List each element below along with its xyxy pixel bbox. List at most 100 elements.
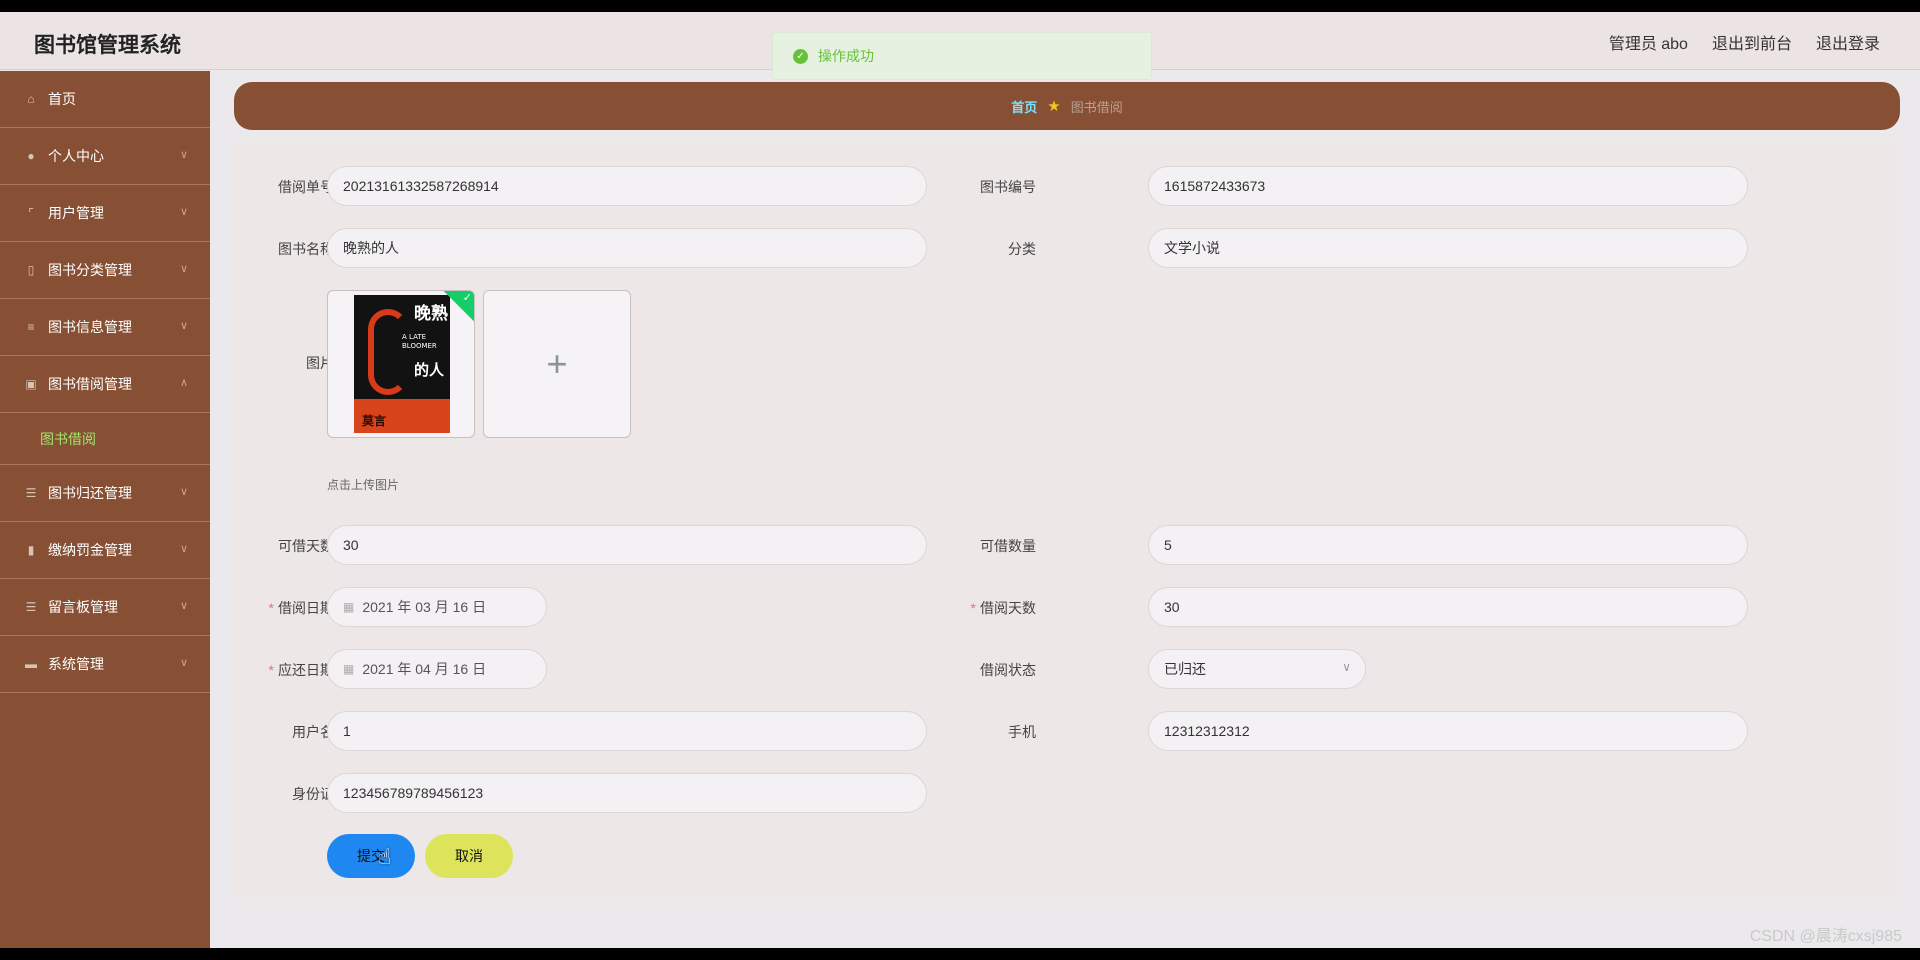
sidebar-subitem-book-borrow[interactable]: 图书借阅: [0, 413, 210, 465]
borrowable-days-field[interactable]: 30: [327, 525, 927, 565]
book-no-label: 图书编号: [980, 179, 1036, 195]
chevron-down-icon: ∨: [179, 486, 188, 498]
book-no-field[interactable]: 1615872433673: [1148, 166, 1748, 206]
borrowable-qty-field[interactable]: 5: [1148, 525, 1748, 565]
sidebar-item-book-info-management[interactable]: ≡ 图书信息管理 ∨: [0, 299, 210, 356]
book-name-field[interactable]: 晚熟的人: [327, 228, 927, 268]
logout-link[interactable]: 退出登录: [1816, 30, 1880, 54]
sidebar-item-label: 个人中心: [48, 148, 104, 164]
list-icon: ☰: [25, 600, 37, 614]
sidebar-item-label: 图书信息管理: [48, 319, 132, 335]
app-title: 图书馆管理系统: [34, 34, 181, 57]
borrow-date-value: 2021 年 03 月 16 日: [362, 599, 487, 615]
uploaded-cover-thumbnail[interactable]: 晚熟 A LATE BLOOMER 的人 莫言 ✓: [327, 290, 475, 438]
upload-add-button[interactable]: +: [483, 290, 631, 438]
star-icon: ★: [1047, 98, 1061, 115]
form-panel: 借阅单号 20213161332587268914 图书编号 161587243…: [234, 142, 1900, 899]
due-date-label: 应还日期: [234, 660, 334, 680]
id-card-field[interactable]: 123456789789456123: [327, 773, 927, 813]
chevron-down-icon: ∨: [1342, 660, 1351, 674]
sidebar-item-label: 留言板管理: [48, 599, 118, 615]
ticket-icon: ▬: [25, 657, 37, 671]
success-toast: ✓ 操作成功: [772, 32, 1152, 80]
frame-icon: ⌜: [28, 206, 34, 220]
submit-button[interactable]: 提交: [327, 834, 415, 878]
sidebar-item-user-management[interactable]: ⌜ 用户管理 ∨: [0, 185, 210, 242]
chevron-down-icon: ∨: [179, 543, 188, 555]
chevron-down-icon: ∨: [179, 600, 188, 612]
top-right-links: 管理员 abo 退出到前台 退出登录: [1609, 30, 1880, 54]
cover-english-title: A LATE BLOOMER: [402, 333, 437, 350]
home-icon: ⌂: [27, 92, 35, 106]
due-date-picker[interactable]: ▦ 2021 年 04 月 16 日: [327, 649, 547, 689]
sidebar-item-label: 首页: [48, 91, 76, 107]
sidebar-item-category-management[interactable]: ▯ 图书分类管理 ∨: [0, 242, 210, 299]
cover-author: 莫言: [362, 414, 387, 428]
status-select[interactable]: 已归还 ∨: [1148, 649, 1366, 689]
sidebar-item-system-management[interactable]: ▬ 系统管理 ∨: [0, 636, 210, 693]
borrow-days-label: 借阅天数: [936, 598, 1036, 618]
book-cover-image: 晚熟 A LATE BLOOMER 的人 莫言: [354, 295, 450, 433]
sidebar-item-return-management[interactable]: ☰ 图书归还管理 ∨: [0, 465, 210, 522]
category-label: 分类: [1008, 241, 1036, 257]
sidebar-subitem-label: 图书借阅: [40, 430, 96, 447]
chevron-down-icon: ∨: [179, 320, 188, 332]
check-circle-icon: ✓: [793, 48, 808, 64]
admin-user-label: 管理员 abo: [1608, 36, 1688, 53]
borrowable-days-label: 可借天数: [278, 538, 334, 554]
bar-chart-icon: ▮: [27, 543, 35, 557]
list-icon: ☰: [25, 486, 37, 500]
username-field[interactable]: 1: [327, 711, 927, 751]
sidebar-item-message-board[interactable]: ☰ 留言板管理 ∨: [0, 579, 210, 636]
username-label: 用户名: [292, 724, 334, 740]
borrow-no-label: 借阅单号: [278, 179, 334, 195]
exit-to-front-link[interactable]: 退出到前台: [1712, 30, 1792, 54]
sidebar-item-label: 图书借阅管理: [48, 376, 132, 392]
id-card-label: 身份证: [292, 786, 334, 802]
cover-title-top: 晚熟: [414, 304, 448, 324]
chart-icon: ▣: [25, 377, 37, 391]
sliders-icon: ≡: [27, 320, 35, 334]
toast-message: 操作成功: [818, 48, 874, 64]
chevron-down-icon: ∨: [179, 149, 188, 161]
breadcrumb: 首页 ★ 图书借阅: [234, 82, 1900, 130]
status-label: 借阅状态: [980, 662, 1036, 678]
calendar-icon: ▦: [343, 662, 355, 676]
chevron-down-icon: ∨: [179, 657, 188, 669]
borrow-days-field[interactable]: 30: [1148, 587, 1748, 627]
borrow-date-picker[interactable]: ▦ 2021 年 03 月 16 日: [327, 587, 547, 627]
phone-field[interactable]: 12312312312: [1148, 711, 1748, 751]
cover-swirl: [368, 309, 408, 395]
sidebar-item-label: 用户管理: [48, 205, 104, 221]
upload-hint: 点击上传图片: [327, 478, 400, 492]
book-name-label: 图书名称: [278, 241, 334, 257]
chevron-up-icon: ∧: [179, 377, 188, 389]
calendar-icon: ▦: [343, 600, 355, 614]
sidebar-item-label: 图书分类管理: [48, 262, 132, 278]
sidebar-item-borrow-management[interactable]: ▣ 图书借阅管理 ∧: [0, 356, 210, 413]
sidebar-item-label: 缴纳罚金管理: [48, 542, 132, 558]
sidebar-item-personal-center[interactable]: ● 个人中心 ∨: [0, 128, 210, 185]
borrow-no-field[interactable]: 20213161332587268914: [327, 166, 927, 206]
chevron-down-icon: ∨: [179, 206, 188, 218]
check-icon: ✓: [462, 292, 472, 304]
cover-title-bottom: 的人: [414, 361, 445, 379]
sidebar-item-home[interactable]: ⌂ 首页: [0, 71, 210, 128]
hand-cursor-icon: ☝: [378, 844, 392, 869]
cancel-button[interactable]: 取消: [425, 834, 513, 878]
due-date-value: 2021 年 04 月 16 日: [362, 661, 487, 677]
sidebar-item-fine-management[interactable]: ▮ 缴纳罚金管理 ∨: [0, 522, 210, 579]
user-icon: ●: [27, 149, 35, 163]
chevron-down-icon: ∨: [179, 263, 188, 275]
status-value: 已归还: [1164, 661, 1206, 677]
category-field[interactable]: 文学小说: [1148, 228, 1748, 268]
screen: 图书馆管理系统 管理员 abo 退出到前台 退出登录 ✓ 操作成功 ⌂ 首页 ●…: [0, 12, 1920, 948]
breadcrumb-home[interactable]: 首页: [1011, 97, 1037, 116]
mobile-icon: ▯: [27, 263, 35, 277]
sidebar-item-label: 系统管理: [48, 656, 104, 672]
breadcrumb-current: 图书借阅: [1070, 99, 1123, 115]
phone-label: 手机: [1008, 724, 1036, 740]
borrow-date-label: 借阅日期: [234, 598, 334, 618]
borrowable-qty-label: 可借数量: [980, 538, 1036, 554]
plus-icon: +: [546, 343, 568, 384]
